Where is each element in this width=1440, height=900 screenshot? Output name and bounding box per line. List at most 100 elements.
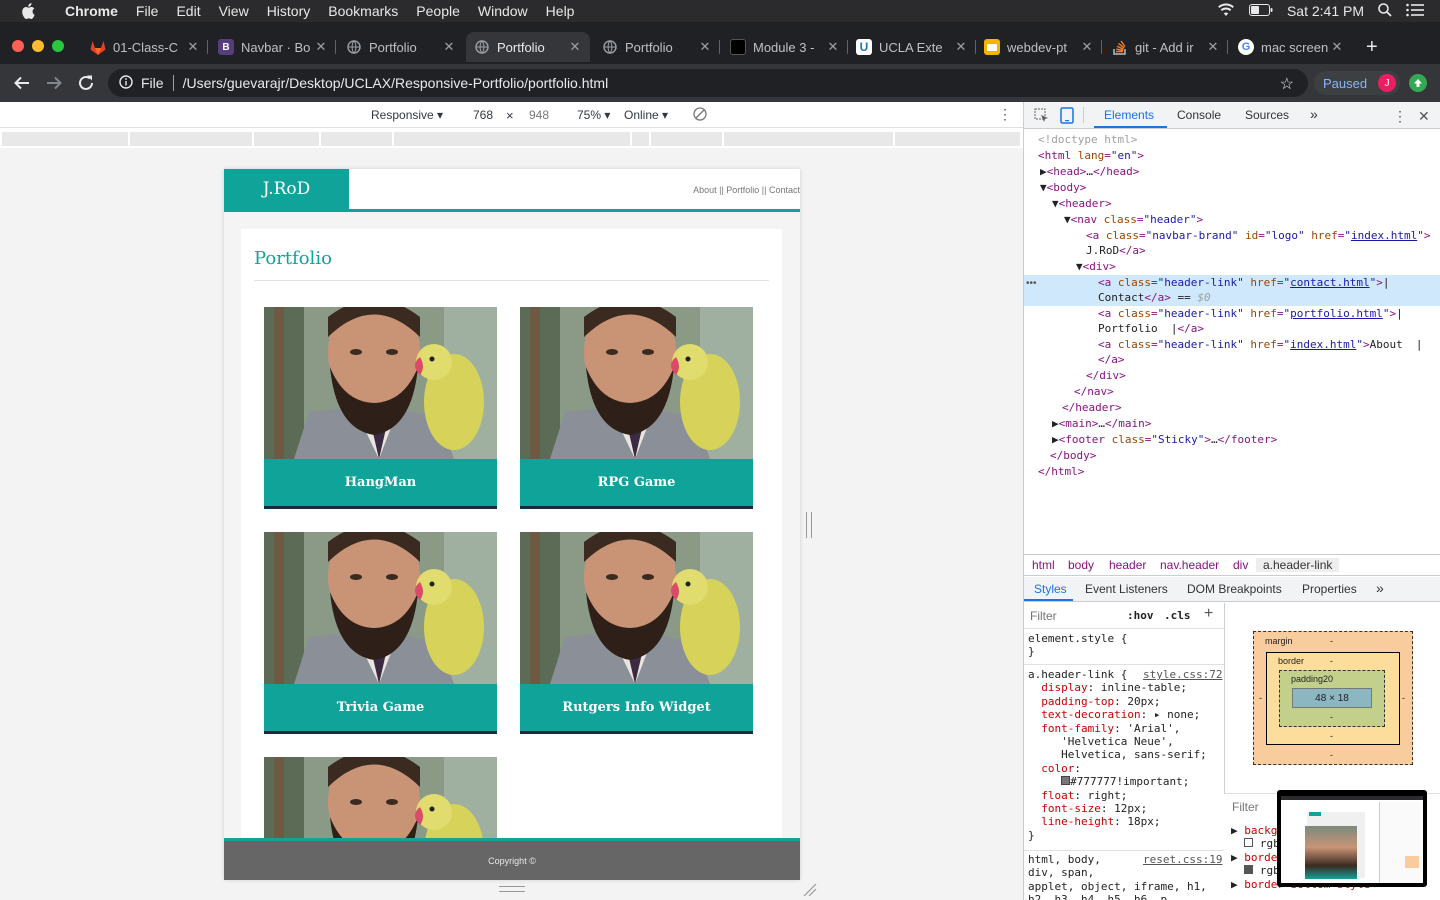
wifi-icon[interactable] bbox=[1217, 3, 1235, 20]
tab-styles[interactable]: Styles bbox=[1034, 582, 1067, 596]
device-toggle-icon[interactable] bbox=[1060, 107, 1074, 127]
box-border-top-value[interactable]: - bbox=[1330, 656, 1333, 666]
tab-close-icon[interactable]: ✕ bbox=[954, 39, 968, 55]
dom-line[interactable]: </body> bbox=[1050, 449, 1096, 462]
menu-clock[interactable]: Sat 2:41 PM bbox=[1287, 3, 1364, 19]
dom-line[interactable]: </div> bbox=[1086, 369, 1126, 382]
device-mode-select[interactable]: Responsive ▾ bbox=[371, 108, 443, 122]
network-throttle-select[interactable]: Online ▾ bbox=[624, 108, 668, 122]
dom-line[interactable]: <html lang="en"> bbox=[1038, 149, 1144, 162]
box-margin-top-value[interactable]: - bbox=[1330, 636, 1333, 646]
browser-tab[interactable]: webdev-pt ✕ bbox=[978, 32, 1102, 62]
rotate-icon[interactable] bbox=[693, 107, 707, 124]
devtools-menu-icon[interactable]: ⋮ bbox=[1393, 108, 1407, 125]
menu-bookmarks[interactable]: Bookmarks bbox=[319, 3, 407, 19]
dom-line[interactable]: Portfolio |</a> bbox=[1098, 322, 1204, 335]
css-rule[interactable]: a.header-link { display: inline-table; p… bbox=[1028, 668, 1207, 842]
tab-close-icon[interactable]: ✕ bbox=[186, 39, 200, 55]
class-toggle[interactable]: .cls bbox=[1164, 609, 1191, 622]
dom-line[interactable]: </html> bbox=[1038, 465, 1084, 478]
browser-tab[interactable]: 01-Class-C ✕ bbox=[82, 32, 208, 62]
portfolio-card[interactable]: Trivia Game bbox=[264, 532, 497, 734]
box-padding-bottom-value[interactable]: - bbox=[1330, 712, 1333, 722]
breadcrumb-item-active[interactable]: a.header-link bbox=[1256, 558, 1340, 572]
dom-line[interactable]: ▼<body> bbox=[1040, 181, 1086, 194]
dom-line[interactable]: </a> bbox=[1098, 353, 1125, 366]
forward-arrow-icon[interactable] bbox=[45, 74, 63, 95]
back-arrow-icon[interactable] bbox=[13, 74, 31, 95]
box-margin-right-value[interactable]: - bbox=[1402, 693, 1405, 703]
profile-paused-button[interactable]: Paused J bbox=[1314, 71, 1400, 95]
breadcrumb-item[interactable]: body bbox=[1068, 558, 1094, 572]
tab-close-icon[interactable]: ✕ bbox=[314, 39, 328, 55]
menu-window[interactable]: Window bbox=[469, 3, 537, 19]
tab-close-icon[interactable]: ✕ bbox=[826, 39, 840, 55]
portfolio-card[interactable] bbox=[264, 757, 497, 847]
media-query-ruler[interactable] bbox=[0, 130, 1023, 148]
menu-edit[interactable]: Edit bbox=[167, 3, 209, 19]
portfolio-card[interactable]: Rutgers Info Widget bbox=[520, 532, 753, 734]
window-close-button[interactable] bbox=[12, 40, 24, 52]
update-arrow-icon[interactable] bbox=[1409, 74, 1427, 92]
menu-file[interactable]: File bbox=[127, 3, 168, 19]
browser-tab[interactable]: Module 3 - ✕ bbox=[722, 32, 848, 62]
dom-line[interactable]: </header> bbox=[1062, 401, 1122, 414]
inspect-element-icon[interactable] bbox=[1034, 108, 1049, 126]
zoom-select[interactable]: 75% ▾ bbox=[577, 108, 610, 122]
bookmark-star-icon[interactable]: ☆ bbox=[1280, 74, 1294, 94]
viewport-width-input[interactable]: 768 bbox=[473, 108, 493, 122]
breadcrumb-item[interactable]: header bbox=[1109, 558, 1146, 572]
portfolio-card[interactable]: HangMan bbox=[264, 307, 497, 509]
dom-line[interactable]: J.RoD</a> bbox=[1086, 244, 1146, 257]
menu-app-chrome[interactable]: Chrome bbox=[56, 3, 127, 19]
dom-line[interactable]: <a class="navbar-brand" id="logo" href="… bbox=[1086, 229, 1430, 242]
tab-close-icon[interactable]: ✕ bbox=[1206, 39, 1220, 55]
hover-state-toggle[interactable]: :hov bbox=[1127, 609, 1154, 622]
dom-line[interactable]: <a class="header-link" href="index.html"… bbox=[1098, 338, 1423, 351]
browser-tab[interactable]: B Navbar · Bo ✕ bbox=[210, 32, 336, 62]
browser-tab-active[interactable]: Portfolio ✕ bbox=[466, 32, 590, 62]
site-logo[interactable]: J.RoD bbox=[224, 169, 349, 209]
css-rule[interactable]: element.style { } bbox=[1028, 632, 1127, 659]
dom-line[interactable]: </nav> bbox=[1074, 385, 1114, 398]
box-model-content[interactable]: 48 × 18 bbox=[1292, 688, 1372, 708]
browser-tab[interactable]: git - Add ir ✕ bbox=[1104, 32, 1228, 62]
tab-event-listeners[interactable]: Event Listeners bbox=[1085, 582, 1168, 596]
browser-tab[interactable]: G mac screen ✕ bbox=[1230, 32, 1352, 62]
notification-center-icon[interactable] bbox=[1406, 3, 1424, 20]
dom-line[interactable]: ▶<main>…</main> bbox=[1052, 417, 1151, 430]
portfolio-card-caption[interactable]: HangMan bbox=[264, 459, 497, 506]
dom-line[interactable]: <a class="header-link" href="portfolio.h… bbox=[1098, 307, 1403, 320]
browser-tab[interactable]: U UCLA Exte ✕ bbox=[850, 32, 976, 62]
tab-close-icon[interactable]: ✕ bbox=[442, 39, 456, 55]
devtools-close-icon[interactable]: ✕ bbox=[1418, 108, 1430, 125]
more-options-icon[interactable]: ⋮ bbox=[998, 106, 1012, 123]
menu-history[interactable]: History bbox=[258, 3, 320, 19]
more-tabs-icon[interactable]: » bbox=[1310, 106, 1318, 122]
portfolio-card-caption[interactable]: Rutgers Info Widget bbox=[520, 684, 753, 731]
dom-line[interactable]: Contact</a> == $0 bbox=[1098, 291, 1211, 304]
url-text[interactable]: /Users/guevarajr/Desktop/UCLAX/Responsiv… bbox=[183, 75, 609, 91]
breadcrumb-item[interactable]: html bbox=[1032, 558, 1055, 572]
more-style-tabs-icon[interactable]: » bbox=[1376, 580, 1384, 596]
portfolio-card-caption[interactable]: Trivia Game bbox=[264, 684, 497, 731]
browser-tab[interactable]: Portfolio ✕ bbox=[594, 32, 720, 62]
tab-close-icon[interactable]: ✕ bbox=[568, 39, 582, 55]
menu-people[interactable]: People bbox=[407, 3, 469, 19]
screenshot-thumbnail[interactable] bbox=[1277, 790, 1427, 887]
portfolio-card-caption[interactable]: RPG Game bbox=[520, 459, 753, 506]
breadcrumb-item[interactable]: nav.header bbox=[1160, 558, 1219, 572]
omnibox[interactable]: File /Users/guevarajr/Desktop/UCLAX/Resp… bbox=[108, 69, 1308, 97]
tab-close-icon[interactable]: ✕ bbox=[698, 39, 712, 55]
css-source-link[interactable]: reset.css:19 bbox=[1143, 853, 1222, 866]
dom-line-selected[interactable]: <a class="header-link" href="contact.htm… bbox=[1098, 276, 1389, 289]
styles-filter-input[interactable] bbox=[1030, 608, 1110, 624]
window-zoom-button[interactable] bbox=[52, 40, 64, 52]
resize-corner-icon[interactable] bbox=[803, 883, 817, 900]
breadcrumb-item[interactable]: div bbox=[1233, 558, 1248, 572]
tab-close-icon[interactable]: ✕ bbox=[1080, 39, 1094, 55]
dom-line[interactable]: ▼<div> bbox=[1076, 260, 1116, 273]
menu-view[interactable]: View bbox=[210, 3, 258, 19]
window-minimize-button[interactable] bbox=[32, 40, 44, 52]
portfolio-card[interactable]: RPG Game bbox=[520, 307, 753, 509]
